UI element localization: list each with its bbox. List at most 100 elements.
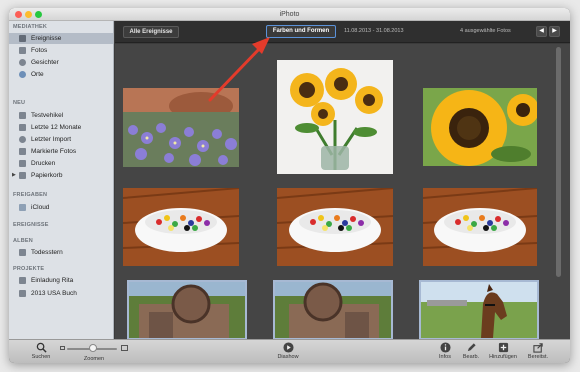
browser-toolbar: Alle Ereignisse Farben und Formen 11.08.…	[115, 21, 570, 43]
share-label: Bereitst.	[527, 354, 549, 360]
zoom-label: Zoomen	[83, 356, 105, 362]
sidebar-item-label: iCloud	[31, 204, 50, 211]
title-bar: iPhoto	[9, 8, 570, 21]
sidebar-item-fotos[interactable]: Fotos	[9, 45, 113, 56]
zoom-label-wrap: Zoomen	[79, 356, 109, 362]
chevron-right-icon: ▶	[552, 28, 557, 34]
sidebar-item-orte[interactable]: Orte	[9, 69, 113, 80]
sidebar-item-label: Todesstern	[31, 249, 63, 256]
photo-thumbnail[interactable]	[423, 188, 537, 266]
horse-photo	[421, 282, 537, 338]
sidebar-item-icloud[interactable]: iCloud	[9, 202, 113, 213]
section-heading-freigaben: FREIGABEN	[13, 192, 48, 198]
sidebar-item-papierkorb[interactable]: ▶ Papierkorb	[9, 170, 113, 181]
sunflower-closeup-photo	[423, 88, 537, 166]
places-icon	[19, 71, 26, 78]
play-icon	[282, 342, 294, 353]
sidebar-item-label: Einladung Rita	[31, 277, 74, 284]
edit-button[interactable]: Bearb.	[459, 342, 483, 360]
candy-bowl-photo	[123, 188, 239, 266]
minimize-button[interactable]	[25, 11, 32, 18]
sidebar-item-testvehikel[interactable]: Testvehikel	[9, 110, 113, 121]
next-button[interactable]: ▶	[549, 26, 560, 37]
search-tool-button[interactable]: Suchen	[29, 342, 53, 360]
sidebar-item-ereignisse[interactable]: Ereignisse	[9, 33, 113, 44]
previous-button[interactable]: ◀	[536, 26, 547, 37]
add-to-button[interactable]: Hinzufügen	[485, 342, 521, 360]
printer-icon	[19, 160, 26, 167]
album-icon	[19, 249, 26, 256]
events-icon	[19, 35, 26, 42]
sidebar-item-label: Gesichter	[31, 59, 59, 66]
sidebar-item-label: Drucken	[31, 160, 56, 167]
icloud-icon	[19, 204, 26, 211]
search-filter-tag[interactable]: Farben und Formen	[266, 25, 336, 38]
search-icon	[36, 342, 47, 353]
sidebar-item-letzter-import[interactable]: Letzter Import	[9, 134, 113, 145]
photo-thumbnail-selected[interactable]	[419, 280, 539, 339]
section-heading-mediathek: MEDIATHEK	[13, 24, 48, 30]
event-icon	[19, 112, 26, 119]
sidebar-item-label: Letzter Import	[31, 136, 72, 143]
lavender-flowers-photo	[123, 88, 239, 167]
edit-label: Bearb.	[462, 354, 480, 360]
sidebar-item-letzte-12-monate[interactable]: Letzte 12 Monate	[9, 122, 113, 133]
sidebar-item-label: Ereignisse	[31, 35, 62, 42]
zoom-slider-knob[interactable]	[89, 344, 97, 352]
sidebar-item-gesichter[interactable]: Gesichter	[9, 57, 113, 68]
pencil-icon	[467, 343, 476, 352]
photo-thumbnail[interactable]	[277, 60, 393, 174]
zoom-button[interactable]	[35, 11, 42, 18]
photo-thumbnail[interactable]	[123, 188, 239, 266]
zoom-small-icon	[60, 346, 65, 350]
sidebar-item-label: Testvehikel	[31, 112, 64, 119]
sidebar-item-todesstern[interactable]: Todesstern	[9, 247, 113, 258]
share-button[interactable]: Bereitst.	[523, 342, 553, 360]
section-heading-neu: NEU	[13, 100, 26, 106]
share-icon	[532, 343, 543, 353]
flag-icon	[19, 148, 26, 155]
photo-thumbnail-selected[interactable]	[127, 280, 247, 339]
trash-icon	[19, 172, 26, 179]
all-events-button[interactable]: Alle Ereignisse	[123, 26, 179, 38]
sidebar-item-label: Orte	[31, 71, 44, 78]
sidebar-item-label: 2013 USA Buch	[31, 290, 77, 297]
rusty-machine-photo	[275, 282, 391, 338]
section-heading-projekte: PROJEKTE	[13, 266, 45, 272]
photo-thumbnail[interactable]	[123, 88, 239, 167]
rusty-machine-photo	[129, 282, 245, 338]
disclosure-triangle-icon[interactable]: ▶	[12, 170, 16, 181]
bottom-toolbar: Suchen Zoomen Diashow Infos Bearb. Hinzu…	[9, 339, 570, 363]
slideshow-button[interactable]: Diashow	[275, 342, 301, 360]
vertical-scrollbar[interactable]	[555, 44, 563, 329]
sidebar: MEDIATHEK Ereignisse Fotos Gesichter Ort…	[9, 21, 114, 339]
date-range: 11.08.2013 - 31.08.2013	[344, 28, 404, 34]
sidebar-item-label: Papierkorb	[31, 172, 63, 179]
candy-bowl-photo	[423, 188, 537, 266]
sidebar-item-markierte-fotos[interactable]: Markierte Fotos	[9, 146, 113, 157]
info-button[interactable]: Infos	[435, 342, 455, 360]
sidebar-item-einladung-rita[interactable]: Einladung Rita	[9, 275, 113, 286]
scrollbar-thumb[interactable]	[556, 47, 561, 277]
calendar-icon	[19, 124, 26, 131]
sidebar-item-label: Markierte Fotos	[31, 148, 77, 155]
photo-thumbnail[interactable]	[277, 188, 393, 266]
photo-thumbnail-selected[interactable]	[273, 280, 393, 339]
sidebar-item-drucken[interactable]: Drucken	[9, 158, 113, 169]
photo-thumbnail[interactable]	[423, 88, 537, 166]
iphoto-window: iPhoto MEDIATHEK Ereignisse Fotos Gesich…	[9, 8, 570, 363]
section-heading-alben: ALBEN	[13, 238, 33, 244]
sunflowers-vase-photo	[277, 60, 393, 174]
photo-grid	[115, 44, 570, 339]
sidebar-item-2013-usa-buch[interactable]: 2013 USA Buch	[9, 288, 113, 299]
plus-icon	[498, 342, 508, 353]
card-icon	[19, 277, 26, 284]
sidebar-item-label: Fotos	[31, 47, 48, 54]
slideshow-label: Diashow	[277, 354, 299, 360]
selected-count: 4 ausgewählte Fotos	[460, 28, 511, 34]
zoom-large-icon	[121, 345, 128, 351]
faces-icon	[19, 59, 26, 66]
search-label: Suchen	[31, 354, 51, 360]
close-button[interactable]	[15, 11, 22, 18]
book-icon	[19, 290, 26, 297]
